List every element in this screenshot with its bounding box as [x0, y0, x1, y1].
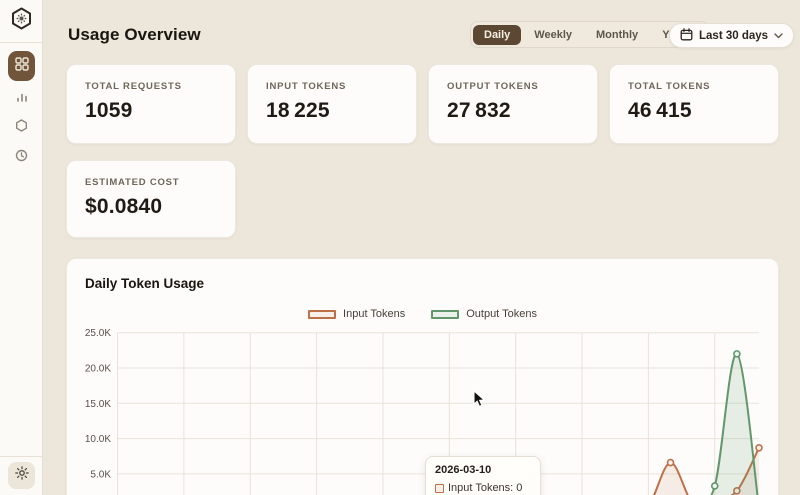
output-tokens-swatch — [431, 309, 460, 319]
stat-value: 27 832 — [447, 99, 511, 122]
app-logo-icon — [9, 6, 34, 31]
sidebar-item-analytics[interactable] — [8, 87, 35, 111]
daily-token-usage-card: Daily Token Usage Input Tokens Output To… — [66, 258, 779, 495]
sidebar-item-models[interactable] — [8, 116, 35, 140]
sidebar-item-dashboard[interactable] — [8, 51, 35, 81]
date-range-label: Last 30 days — [699, 29, 769, 42]
tab-monthly[interactable]: Monthly — [585, 25, 649, 45]
stat-label: TOTAL TOKENS — [628, 81, 711, 92]
chart-title: Daily Token Usage — [85, 276, 205, 291]
input-tokens-swatch — [435, 483, 444, 493]
sidebar-divider-bottom — [0, 456, 43, 457]
tooltip-row-input: Input Tokens: 0 — [435, 482, 531, 494]
clock-icon — [15, 149, 28, 167]
sidebar-divider-top — [0, 42, 43, 43]
tab-weekly[interactable]: Weekly — [523, 25, 583, 45]
chart-legend: Input Tokens Output Tokens — [67, 308, 778, 320]
stat-card-input-tokens: INPUT TOKENS 18 225 — [247, 64, 417, 144]
date-range-button[interactable]: Last 30 days — [669, 23, 795, 48]
stat-card-total-tokens: TOTAL TOKENS 46 415 — [609, 64, 779, 144]
stat-label: TOTAL REQUESTS — [85, 81, 182, 92]
chart-tooltip: 2026-03-10 Input Tokens: 0 Output Tokens… — [425, 456, 541, 495]
dashboard-grid-icon — [14, 56, 29, 76]
svg-text:20.0K: 20.0K — [85, 364, 111, 375]
stat-value: $0.0840 — [85, 195, 163, 218]
svg-text:10.0K: 10.0K — [85, 434, 111, 445]
legend-item-input[interactable]: Input Tokens — [308, 308, 405, 320]
sun-icon — [14, 466, 29, 485]
stat-card-output-tokens: OUTPUT TOKENS 27 832 — [428, 64, 598, 144]
legend-item-output[interactable]: Output Tokens — [431, 308, 537, 320]
tooltip-date: 2026-03-10 — [435, 464, 492, 476]
tooltip-value: Input Tokens: 0 — [448, 482, 523, 494]
input-tokens-swatch — [308, 309, 337, 319]
daily-usage-chart[interactable]: 25.0K 20.0K 15.0K 10.0K 5.0K — [67, 326, 780, 495]
hexagon-icon — [15, 119, 28, 137]
bar-chart-icon — [16, 90, 28, 108]
stat-value: 18 225 — [266, 99, 330, 122]
svg-text:25.0K: 25.0K — [85, 328, 111, 339]
calendar-icon — [680, 27, 693, 44]
stat-label: INPUT TOKENS — [266, 81, 347, 92]
stat-label: OUTPUT TOKENS — [447, 81, 539, 92]
stat-card-total-requests: TOTAL REQUESTS 1059 — [66, 64, 236, 144]
sidebar — [0, 0, 43, 495]
stat-value: 46 415 — [628, 99, 692, 122]
legend-label: Output Tokens — [466, 308, 537, 320]
theme-toggle-button[interactable] — [8, 462, 35, 489]
svg-text:5.0K: 5.0K — [90, 469, 111, 480]
stat-label: ESTIMATED COST — [85, 177, 180, 188]
legend-label: Input Tokens — [343, 308, 406, 320]
chevron-down-icon — [774, 30, 783, 42]
stat-card-estimated-cost: ESTIMATED COST $0.0840 — [66, 160, 236, 238]
svg-text:15.0K: 15.0K — [85, 399, 111, 410]
stat-value: 1059 — [85, 99, 133, 122]
tab-daily[interactable]: Daily — [473, 24, 522, 45]
sidebar-item-history[interactable] — [8, 146, 35, 170]
page-title: Usage Overview — [68, 25, 201, 44]
